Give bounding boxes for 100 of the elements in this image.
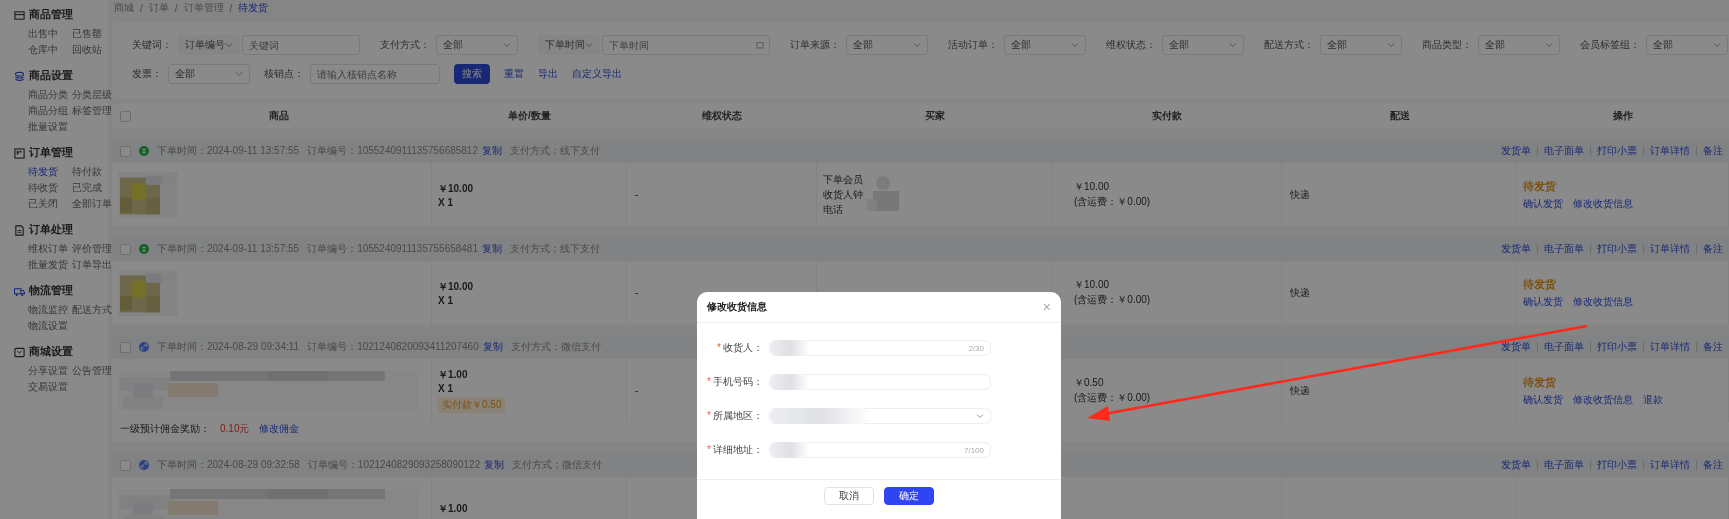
input-field[interactable]: 2/30: [769, 340, 991, 356]
confirm-button[interactable]: 确定: [884, 487, 934, 505]
order-action-link[interactable]: 订单详情: [1643, 342, 1696, 352]
checkbox[interactable]: [120, 145, 131, 157]
sidebar-item[interactable]: 待付款: [72, 165, 116, 179]
order-action-link[interactable]: 打印小票: [1590, 146, 1643, 156]
order-action-link[interactable]: 电子面单: [1537, 460, 1590, 470]
chevron-down-icon: [976, 412, 984, 420]
order-operation-link[interactable]: 退款: [1643, 392, 1663, 407]
order-action-link[interactable]: 打印小票: [1590, 244, 1643, 254]
character-counter: 7/100: [963, 445, 984, 455]
select-field[interactable]: 全部: [1320, 35, 1402, 55]
checkbox[interactable]: [120, 243, 131, 255]
sidebar-item[interactable]: 分类层级: [72, 88, 116, 102]
keyword-input[interactable]: 关键词: [242, 35, 360, 55]
sidebar-item[interactable]: 公告管理: [72, 364, 116, 378]
order-action-link[interactable]: 备注: [1696, 342, 1729, 352]
sidebar-item[interactable]: 评价管理: [72, 242, 116, 256]
chevron-down-icon: [1071, 41, 1079, 49]
copy-link[interactable]: 复制: [482, 144, 502, 158]
order-action-link[interactable]: 发货单: [1495, 460, 1537, 470]
sidebar-item[interactable]: 交易设置: [28, 380, 72, 394]
filter-link[interactable]: 自定义导出: [572, 67, 622, 81]
sidebar-item[interactable]: 全部订单: [72, 197, 116, 211]
sidebar-item[interactable]: 待收货: [28, 181, 72, 195]
order-action-link[interactable]: 备注: [1696, 244, 1729, 254]
order-operation-link[interactable]: 修改收货信息: [1573, 196, 1633, 211]
sidebar-item[interactable]: 分享设置: [28, 364, 72, 378]
order-operation-link[interactable]: 确认发货: [1523, 196, 1563, 211]
order-action-link[interactable]: 备注: [1696, 146, 1729, 156]
sidebar-item[interactable]: 待发货: [28, 165, 72, 179]
order-action-link[interactable]: 备注: [1696, 460, 1729, 470]
input-field[interactable]: [769, 374, 991, 390]
edit-commission-link[interactable]: 修改佣金: [259, 422, 300, 436]
copy-link[interactable]: 复制: [484, 458, 505, 472]
order-action-link[interactable]: 发货单: [1495, 146, 1537, 156]
select-field[interactable]: 全部: [846, 35, 928, 55]
order-action-link[interactable]: 电子面单: [1537, 342, 1590, 352]
sidebar-item[interactable]: 回收站: [72, 43, 116, 57]
sidebar-item[interactable]: 物流设置: [28, 319, 72, 333]
order-operation-link[interactable]: 确认发货: [1523, 294, 1563, 309]
select-field[interactable]: 全部: [1162, 35, 1244, 55]
sidebar-item[interactable]: 商品分类: [28, 88, 72, 102]
select-field[interactable]: 订单编号: [178, 35, 240, 55]
buyer-info: 收货人钟: [823, 187, 863, 202]
select-field[interactable]: 全部: [1646, 35, 1728, 55]
sidebar-item[interactable]: 已售罄: [72, 27, 116, 41]
shipping-fee: (含运费：￥0.00): [1074, 293, 1151, 307]
dialog-title: 修改收货信息: [707, 300, 767, 314]
chevron-down-icon: [1387, 41, 1395, 49]
input-field[interactable]: 请输入核销点名称: [310, 64, 440, 84]
cancel-button[interactable]: 取消: [824, 487, 874, 505]
sidebar-item[interactable]: 出售中: [28, 27, 72, 41]
sidebar-item[interactable]: 配送方式: [72, 303, 116, 317]
sidebar-item[interactable]: 批量设置: [28, 120, 72, 134]
copy-link[interactable]: 复制: [482, 340, 503, 354]
sidebar-item[interactable]: 仓库中: [28, 43, 72, 57]
sidebar-item[interactable]: 标签管理: [72, 104, 116, 118]
select-field[interactable]: 全部: [1478, 35, 1560, 55]
order-action-link[interactable]: 订单详情: [1643, 244, 1696, 254]
shipping-fee: (含运费：￥0.00): [1074, 391, 1151, 405]
order-action-link[interactable]: 订单详情: [1643, 460, 1696, 470]
order-action-link[interactable]: 打印小票: [1590, 460, 1643, 470]
order-action-link[interactable]: 电子面单: [1537, 244, 1590, 254]
sidebar-item[interactable]: 已关闭: [28, 197, 72, 211]
sidebar-item[interactable]: 物流监控: [28, 303, 72, 317]
order-operation-link[interactable]: 修改收货信息: [1573, 392, 1633, 407]
copy-link[interactable]: 复制: [482, 242, 502, 256]
filter-label: 活动订单：: [948, 38, 998, 52]
order-action-link[interactable]: 发货单: [1495, 342, 1537, 352]
checkbox[interactable]: [120, 459, 131, 471]
close-button[interactable]: ×: [1042, 299, 1051, 315]
quantity: X 1: [438, 383, 453, 394]
order-action-link[interactable]: 发货单: [1495, 244, 1537, 254]
filter-link[interactable]: 导出: [538, 67, 558, 81]
select-field[interactable]: 全部: [168, 64, 250, 84]
column-header: 单价/数量: [508, 109, 551, 123]
required-mark: *: [717, 342, 721, 353]
sidebar-item[interactable]: 商品分组: [28, 104, 72, 118]
buyer-info: 电话: [823, 202, 844, 217]
breadcrumb-item[interactable]: 待发货: [238, 1, 269, 15]
checkbox[interactable]: [120, 341, 131, 353]
sidebar-item[interactable]: 维权订单: [28, 242, 72, 256]
select-field[interactable]: 下单时间: [538, 35, 600, 55]
select-field[interactable]: [769, 408, 991, 424]
sidebar-item[interactable]: 订单导出: [72, 258, 116, 272]
input-field[interactable]: 7/100: [769, 442, 991, 458]
select-field[interactable]: 全部: [1004, 35, 1086, 55]
order-action-link[interactable]: 订单详情: [1643, 146, 1696, 156]
checkbox[interactable]: [120, 110, 131, 122]
filter-link[interactable]: 重置: [504, 67, 524, 81]
sidebar-item[interactable]: 已完成: [72, 181, 116, 195]
date-field[interactable]: 下单时间: [602, 35, 770, 55]
search-button[interactable]: 搜索: [454, 64, 490, 84]
sidebar-item[interactable]: 批量发货: [28, 258, 72, 272]
order-operation-link[interactable]: 修改收货信息: [1573, 294, 1633, 309]
order-operation-link[interactable]: 确认发货: [1523, 392, 1563, 407]
order-action-link[interactable]: 电子面单: [1537, 146, 1590, 156]
order-action-link[interactable]: 打印小票: [1590, 342, 1643, 352]
select-field[interactable]: 全部: [436, 35, 518, 55]
